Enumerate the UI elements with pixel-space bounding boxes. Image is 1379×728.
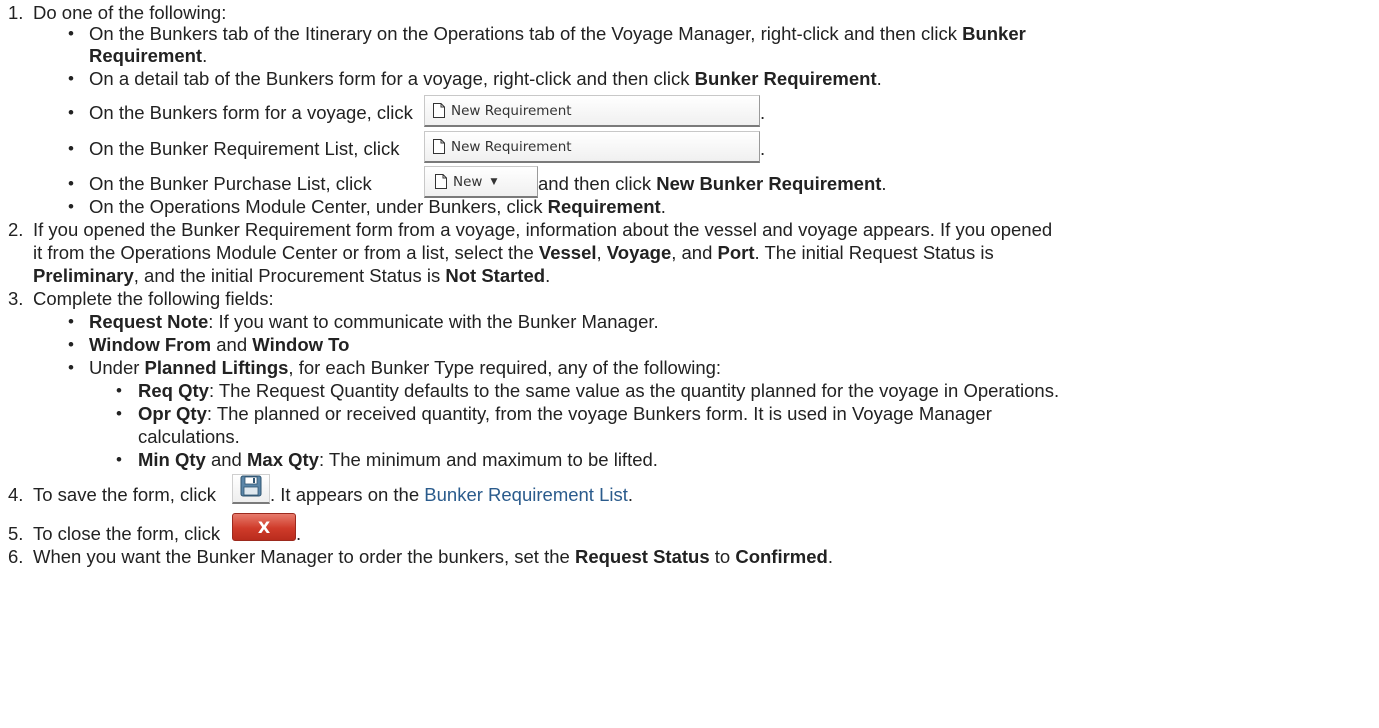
bunker-requirement-list-link[interactable]: Bunker Requirement List (424, 484, 628, 505)
close-button[interactable]: X (232, 513, 296, 541)
field-line: Window From and Window To (89, 334, 350, 355)
subfield-line: Min Qty and Max Qty: The minimum and max… (138, 449, 658, 470)
step-text: Complete the following fields: (33, 288, 274, 309)
punctuation: . (760, 102, 766, 123)
step-text-cont: Preliminary, and the initial Procurement… (33, 265, 551, 286)
bullet-icon: • (68, 69, 74, 88)
button-label: New Requirement (451, 138, 572, 155)
button-label: New Requirement (451, 102, 572, 119)
step-number: 5. (8, 523, 24, 544)
close-icon: X (257, 517, 271, 537)
floppy-disk-icon (240, 475, 262, 502)
step-text: To close the form, click (33, 523, 221, 544)
field-line: Under Planned Liftings, for each Bunker … (89, 357, 722, 378)
new-requirement-button[interactable]: New Requirement (424, 131, 760, 163)
new-dropdown-button[interactable]: New ▼ (424, 166, 538, 198)
instruction-line: On the Bunker Purchase List, click (89, 173, 372, 194)
bullet-icon: • (68, 335, 74, 354)
caret-down-icon: ▼ (490, 176, 498, 187)
instruction-line: On the Bunker Requirement List, click (89, 138, 400, 159)
step-text: To save the form, click (33, 484, 217, 505)
save-button[interactable] (232, 474, 270, 504)
new-requirement-button[interactable]: New Requirement (424, 95, 760, 127)
subfield-line: Opr Qty: The planned or received quantit… (138, 403, 992, 424)
step-text-cont: . It appears on the Bunker Requirement L… (270, 484, 634, 505)
step-text: If you opened the Bunker Requirement for… (33, 219, 1053, 240)
new-document-icon (435, 174, 447, 189)
new-document-icon (433, 103, 445, 118)
instruction-line: On the Bunkers form for a voyage, click (89, 102, 413, 123)
step-text: Do one of the following: (33, 2, 227, 23)
bullet-icon: • (68, 139, 74, 158)
button-label: New (453, 173, 483, 190)
instruction-line: On the Operations Module Center, under B… (89, 196, 666, 217)
instruction-line: On the Bunkers tab of the Itinerary on t… (89, 23, 1026, 44)
step-text: When you want the Bunker Manager to orde… (33, 546, 833, 567)
step-number: 1. (8, 2, 24, 23)
instruction-line: and then click New Bunker Requirement. (538, 173, 887, 194)
new-document-icon (433, 139, 445, 154)
instruction-line: On a detail tab of the Bunkers form for … (89, 68, 882, 89)
step-text-cont: it from the Operations Module Center or … (33, 242, 994, 263)
bullet-icon: • (116, 450, 122, 469)
bullet-icon: • (116, 381, 122, 400)
subfield-line: Req Qty: The Request Quantity defaults t… (138, 380, 1060, 401)
bullet-icon: • (68, 174, 74, 193)
field-line: Request Note: If you want to communicate… (89, 311, 659, 332)
punctuation: . (760, 138, 766, 159)
bullet-icon: • (68, 358, 74, 377)
punctuation: . (296, 523, 302, 544)
step-number: 4. (8, 484, 24, 505)
bullet-icon: • (68, 103, 74, 122)
bullet-icon: • (68, 24, 74, 43)
subfield-line-cont: calculations. (138, 426, 240, 447)
bullet-icon: • (68, 197, 74, 216)
bullet-icon: • (68, 312, 74, 331)
step-number: 3. (8, 288, 24, 309)
step-number: 6. (8, 546, 24, 567)
bullet-icon: • (116, 404, 122, 423)
step-number: 2. (8, 219, 24, 240)
instruction-line-cont: Requirement. (89, 45, 208, 66)
